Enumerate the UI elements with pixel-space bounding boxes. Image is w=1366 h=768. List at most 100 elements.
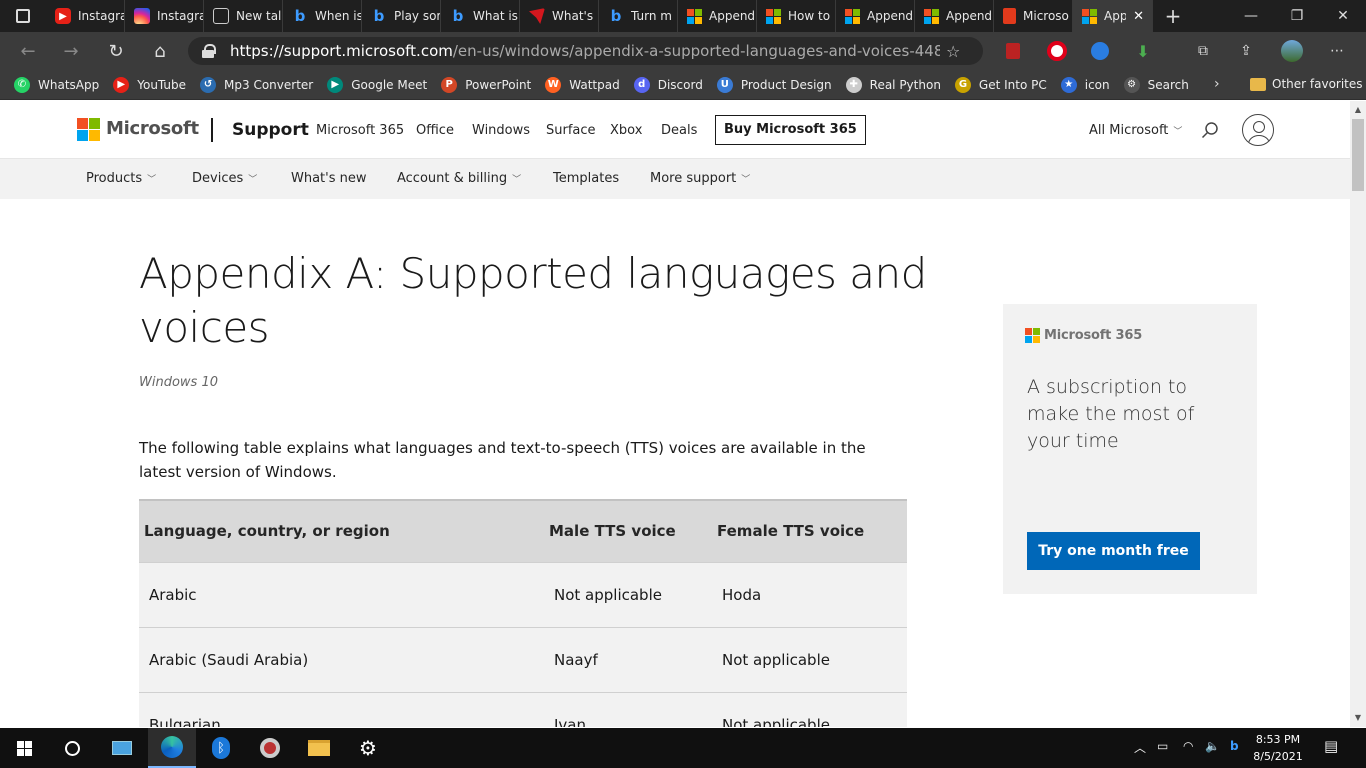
subnav-whats-new[interactable]: What's new (291, 171, 367, 186)
refresh-button[interactable]: ↻ (103, 40, 129, 62)
subnav-account-billing[interactable]: Account & billing ﹀ (397, 171, 521, 186)
try-free-button[interactable]: Try one month free (1027, 532, 1200, 570)
favorite-link[interactable]: ✆ WhatsApp (14, 76, 99, 93)
start-button[interactable] (0, 728, 48, 768)
this-pc-button[interactable] (98, 728, 146, 768)
share-icon[interactable]: ⇪ (1235, 41, 1257, 61)
home-button[interactable]: ⌂ (147, 40, 173, 62)
search-icon[interactable] (1201, 121, 1219, 139)
microsoft-logo-icon (766, 8, 781, 24)
favorite-link[interactable]: ★ icon (1060, 76, 1110, 93)
profile-icon[interactable] (1281, 40, 1303, 62)
tab-title: Append (709, 9, 756, 23)
settings-button[interactable]: ⚙ (344, 728, 392, 768)
close-tab-icon[interactable]: ✕ (1133, 9, 1144, 24)
new-tab-page-icon (213, 8, 229, 24)
favorite-link[interactable]: ▶ YouTube (113, 76, 186, 93)
favorite-label: Mp3 Converter (224, 77, 314, 92)
browser-tab[interactable]: Append (678, 0, 757, 32)
subnav-label: Products (86, 171, 143, 186)
nav-surface[interactable]: Surface (546, 123, 596, 138)
bluetooth-button[interactable]: ᛒ (197, 728, 245, 768)
chevron-right-icon[interactable]: › (1214, 76, 1220, 92)
languages-table: Language, country, or region Male TTS vo… (139, 499, 907, 727)
volume-icon[interactable]: 🔈 (1205, 739, 1220, 753)
search-extension-icon[interactable] (1089, 41, 1111, 61)
applies-to[interactable]: Windows 10 (139, 375, 218, 390)
scrollbar-thumb[interactable] (1352, 119, 1364, 191)
favorite-link[interactable]: d Discord (633, 76, 703, 93)
brand-name[interactable]: Microsoft (106, 118, 199, 139)
web-page: Microsoft Support Microsoft 365 Office W… (0, 101, 1350, 727)
browser-tab[interactable]: What's (520, 0, 599, 32)
media-player-button[interactable] (246, 728, 294, 768)
browser-tab[interactable]: App ✕ (1073, 0, 1153, 32)
other-favorites[interactable]: Other favorites (1250, 77, 1363, 91)
battery-icon[interactable]: ▭ (1157, 739, 1168, 753)
close-window-button[interactable]: ✕ (1320, 0, 1366, 32)
favorite-link[interactable]: ✚ Real Python (845, 76, 941, 93)
edge-taskbar-button[interactable] (148, 728, 196, 768)
all-microsoft-menu[interactable]: All Microsoft ﹀ (1089, 123, 1182, 138)
bing-icon[interactable]: b (1230, 739, 1239, 753)
back-button[interactable]: ← (15, 40, 41, 62)
maximize-button[interactable]: ❐ (1274, 0, 1320, 32)
page-scrollbar[interactable]: ▲ ▼ (1350, 101, 1366, 727)
table-cell: Naayf (549, 626, 717, 692)
browser-tab[interactable]: ▶ Instagra (46, 0, 125, 32)
account-icon[interactable] (1242, 114, 1274, 146)
subnav-more-support[interactable]: More support ﹀ (650, 171, 750, 186)
microsoft-logo-icon (1025, 328, 1040, 343)
subnav-devices[interactable]: Devices ﹀ (192, 171, 257, 186)
buy-microsoft-365-button[interactable]: Buy Microsoft 365 (715, 115, 866, 145)
office-icon (1003, 8, 1016, 24)
favorite-link[interactable]: ↺ Mp3 Converter (200, 76, 314, 93)
nav-windows[interactable]: Windows (472, 123, 530, 138)
address-bar[interactable]: https://support.microsoft.com/en-us/wind… (188, 37, 983, 65)
favorite-link[interactable]: ▶ Google Meet (327, 76, 427, 93)
new-tab-button[interactable]: + (1153, 0, 1193, 32)
browser-tab[interactable]: Microso (994, 0, 1073, 32)
nav-microsoft-365[interactable]: Microsoft 365 (316, 123, 404, 138)
nav-deals[interactable]: Deals (661, 123, 697, 138)
forward-button[interactable]: → (58, 40, 84, 62)
support-link[interactable]: Support (232, 120, 309, 140)
scroll-up-icon[interactable]: ▲ (1350, 103, 1366, 117)
nav-office[interactable]: Office (416, 123, 454, 138)
browser-tab[interactable]: b Turn m (599, 0, 678, 32)
settings-more-icon[interactable]: ⋯ (1326, 41, 1348, 61)
download-extension-icon[interactable]: ⬇ (1132, 41, 1154, 61)
wifi-icon[interactable]: ◠ (1183, 739, 1193, 753)
clock[interactable]: 8:53 PM 8/5/2021 (1252, 731, 1304, 765)
minimize-button[interactable]: — (1228, 0, 1274, 32)
browser-tab[interactable]: How to (757, 0, 836, 32)
favorite-link[interactable]: P PowerPoint (441, 76, 531, 93)
collections-icon[interactable]: ⧉ (1192, 41, 1214, 61)
browser-tab[interactable]: Append (836, 0, 915, 32)
bing-icon: b (610, 7, 622, 25)
scroll-down-icon[interactable]: ▼ (1350, 711, 1366, 725)
url-text: https://support.microsoft.com/en-us/wind… (230, 42, 940, 60)
tab-actions-menu[interactable] (0, 0, 46, 32)
subnav-products[interactable]: Products ﹀ (86, 171, 156, 186)
favorite-link[interactable]: G Get Into PC (954, 76, 1047, 93)
search-button[interactable] (48, 728, 96, 768)
favorite-link[interactable]: ⚙ Search (1123, 76, 1189, 93)
nav-xbox[interactable]: Xbox (610, 123, 642, 138)
add-favorite-icon[interactable]: ☆ (946, 42, 960, 61)
file-explorer-button[interactable] (295, 728, 343, 768)
browser-tab[interactable]: Append (915, 0, 994, 32)
browser-tab[interactable]: b When is (283, 0, 362, 32)
microsoft-logo-icon[interactable] (77, 118, 100, 141)
favorite-link[interactable]: W Wattpad (545, 76, 620, 93)
extension-icon[interactable] (1002, 41, 1024, 61)
show-hidden-icons[interactable]: ︿ (1134, 739, 1146, 756)
opera-extension-icon[interactable] (1046, 41, 1068, 61)
browser-tab[interactable]: New tal (204, 0, 283, 32)
favorite-link[interactable]: U Product Design (716, 76, 832, 93)
browser-tab[interactable]: Instagra (125, 0, 204, 32)
browser-tab[interactable]: b What is (441, 0, 520, 32)
notifications-icon[interactable]: ▤ (1324, 737, 1338, 755)
subnav-templates[interactable]: Templates (553, 171, 619, 186)
browser-tab[interactable]: b Play sor (362, 0, 441, 32)
